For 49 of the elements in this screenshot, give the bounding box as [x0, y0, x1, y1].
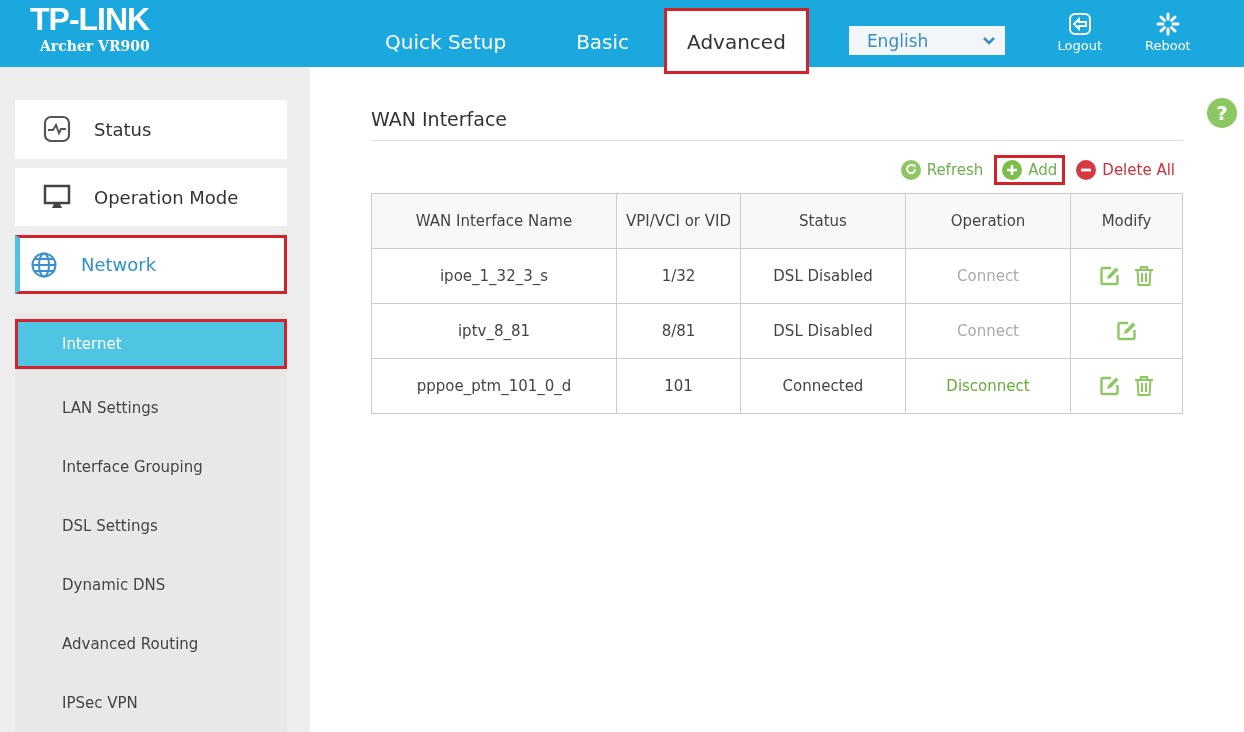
model-name: Archer VR900	[40, 38, 151, 54]
submenu-item[interactable]: Advanced Routing	[15, 614, 287, 673]
refresh-icon	[900, 160, 921, 180]
reboot-button[interactable]: Reboot	[1138, 12, 1197, 53]
table-cell: ipoe_1_32_3_s	[371, 248, 617, 304]
trash-icon[interactable]	[1132, 375, 1155, 397]
language-select[interactable]: English	[848, 26, 1005, 55]
table-cell: iptv_8_81	[371, 303, 617, 359]
nav-tab[interactable]: Basic	[541, 8, 665, 67]
spinner-icon	[1155, 12, 1180, 36]
logout-button[interactable]: Logout	[1050, 12, 1109, 53]
section-title: WAN Interface	[371, 108, 1183, 141]
disconnect-link[interactable]: Disconnect	[946, 377, 1030, 395]
chevron-down-icon	[982, 36, 995, 45]
sidebar-item[interactable]: Network	[15, 235, 287, 294]
delete-button[interactable]: Delete All	[1068, 155, 1183, 185]
submenu-item[interactable]: DSL Settings	[15, 496, 287, 555]
brand-logo: TP-LINK	[30, 4, 151, 34]
plus-icon	[1002, 160, 1023, 180]
refresh-button[interactable]: Refresh	[892, 155, 992, 185]
nav-tab[interactable]: Quick Setup	[350, 8, 542, 67]
submenu-item[interactable]: Dynamic DNS	[15, 555, 287, 614]
table-cell: 101	[616, 358, 741, 414]
edit-icon[interactable]	[1098, 375, 1121, 397]
column-header: Status	[740, 193, 906, 249]
globe-icon	[30, 250, 58, 279]
nav-tab[interactable]: Advanced	[664, 8, 809, 74]
pulse-icon	[43, 115, 71, 144]
monitor-icon	[43, 183, 71, 211]
table-cell: 1/32	[616, 248, 741, 304]
add-button[interactable]: Add	[994, 155, 1066, 185]
logout-icon	[1067, 12, 1092, 36]
submenu-item[interactable]: LAN Settings	[15, 378, 287, 437]
minus-icon	[1076, 160, 1097, 180]
submenu-item[interactable]: Internet	[15, 319, 287, 369]
column-header: VPI/VCI or VID	[616, 193, 741, 249]
column-header: WAN Interface Name	[371, 193, 617, 249]
help-button[interactable]: ?	[1207, 98, 1237, 128]
submenu-item[interactable]: IPSec VPN	[15, 673, 287, 732]
sidebar-item[interactable]: Status	[15, 100, 287, 159]
table-cell: Connected	[740, 358, 906, 414]
column-header: Modify	[1070, 193, 1183, 249]
table-cell: pppoe_ptm_101_0_d	[371, 358, 617, 414]
sidebar-item[interactable]: Operation Mode	[15, 167, 287, 227]
table-cell: DSL Disabled	[740, 248, 906, 304]
submenu-item[interactable]: Interface Grouping	[15, 437, 287, 496]
table-cell: 8/81	[616, 303, 741, 359]
table-cell: DSL Disabled	[740, 303, 906, 359]
column-header: Operation	[905, 193, 1071, 249]
